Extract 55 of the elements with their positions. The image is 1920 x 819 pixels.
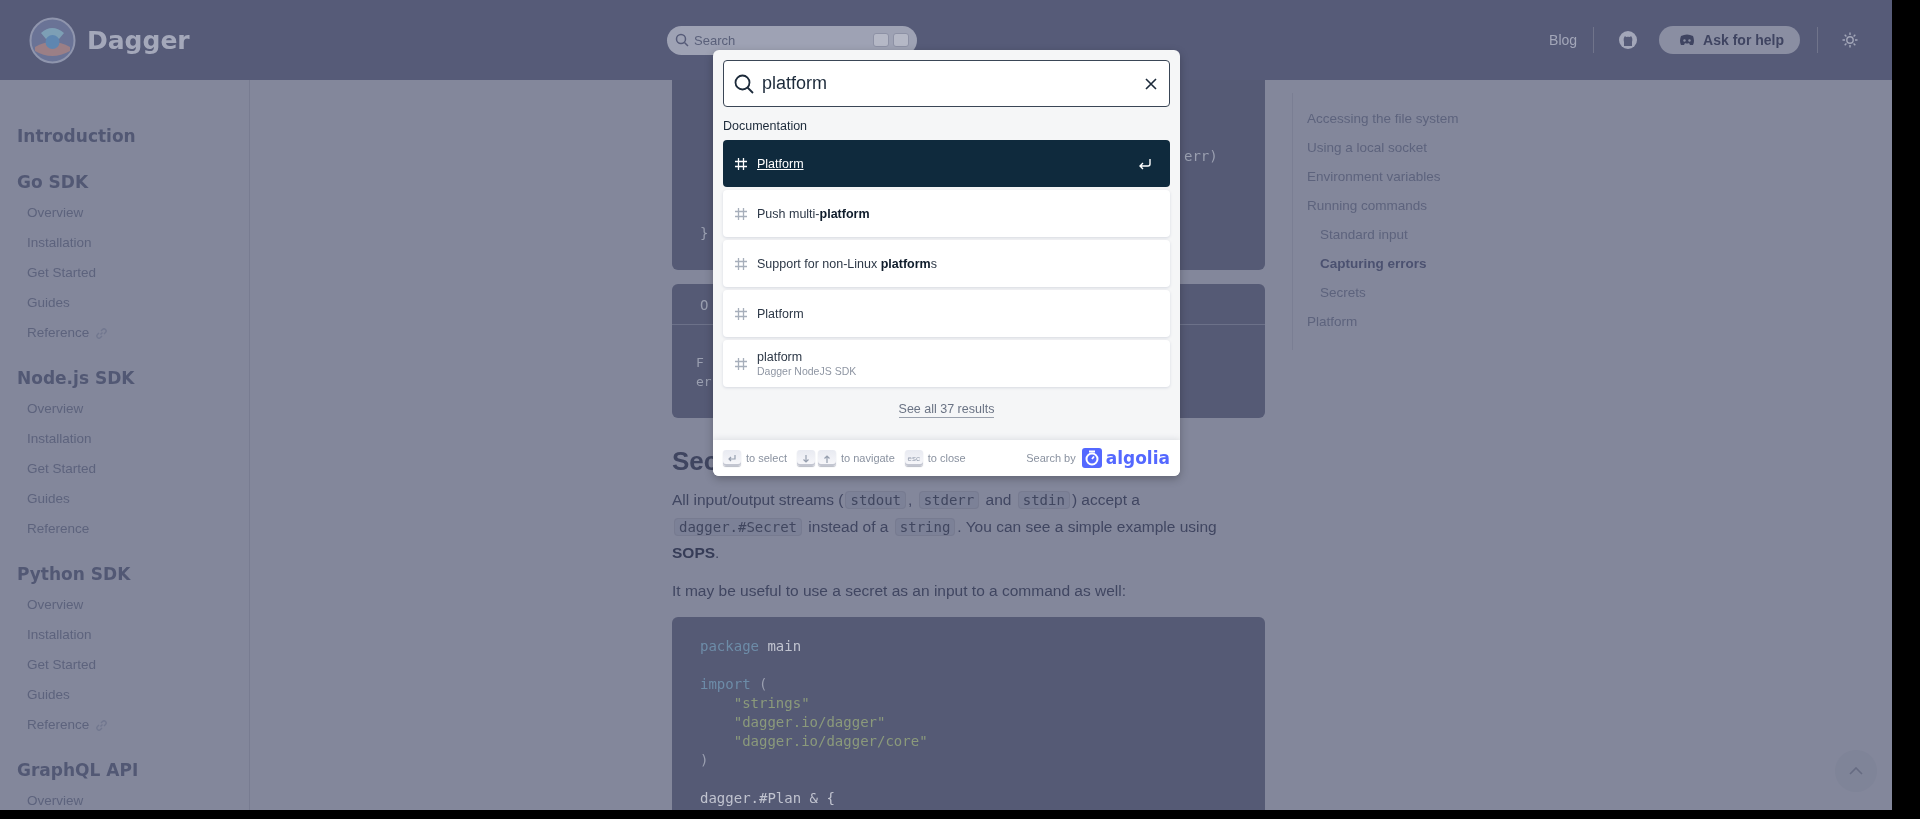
discord-icon [1679,34,1696,46]
hash-icon [734,306,748,321]
search-result[interactable]: Platform [723,140,1170,187]
code-line: "dagger.io/dagger/core" [732,732,928,751]
hint-text: to close [927,452,966,464]
hint-text: to navigate [840,452,895,464]
section-label: Documentation [723,118,808,134]
key-icon [873,33,889,47]
output-line: er [696,373,712,391]
code-line: } [700,224,709,243]
search-box[interactable]: platform [723,60,1170,107]
search-input[interactable]: Search [694,32,834,48]
chevron-up-icon [1849,767,1863,775]
output-line: F [696,354,704,372]
hash-icon [734,206,748,221]
search-result[interactable]: Support for non-Linux platforms [723,240,1170,287]
enter-icon [1138,157,1152,170]
hash-icon [734,356,748,371]
search-result[interactable]: platform Dagger NodeJS SDK [723,340,1170,387]
result-subtitle: Dagger NodeJS SDK [757,365,857,378]
hash-icon [734,156,748,171]
logo-text: Dagger [87,25,190,55]
output-tab[interactable]: O [700,296,709,315]
result-title: Support for non-Linux platforms [757,255,937,272]
stopwatch-icon [1081,448,1102,468]
search-by-text: Search by [1026,452,1076,464]
key-cap: esc [904,450,923,466]
brand-name[interactable]: algolia [1105,448,1170,468]
search-icon [734,73,754,94]
theme-toggle-icon[interactable] [1842,32,1858,48]
close-icon[interactable] [1145,77,1157,90]
result-title: platform [757,349,803,365]
search-result[interactable]: Platform [723,290,1170,337]
code-line: "strings" [732,694,810,713]
github-icon[interactable] [1618,30,1639,50]
search-query-input[interactable]: platform [762,73,1137,94]
result-title: Platform [757,305,804,322]
nav-link[interactable]: Blog [1549,32,1578,48]
result-title: Platform [757,155,804,172]
key-icon [893,33,909,47]
help-button[interactable]: Ask for help [1659,26,1800,54]
code-line: ) [700,751,709,770]
result-title: Push multi-platform [757,205,870,222]
hash-icon [734,256,748,271]
toc-link[interactable]: Capturing errors [1320,249,1427,278]
logo-icon [29,16,76,64]
search-result[interactable]: Push multi-platform [723,190,1170,237]
code-line: dagger.#Plan & { [700,789,835,808]
search-icon [675,33,689,47]
code-line: "dagger.io/dagger" [732,713,886,732]
paragraph: It may be useful to use a secret as an input to a command as well: [672,580,1128,601]
code-line: err) [1184,147,1218,166]
see-all-link[interactable]: See all 37 results [898,402,995,418]
paragraph: All input/output streams ( stdout , stderr and stdin ) accept a dagger.#Secret instead of a string . You can see a simple example using SOPS. [672,490,1218,563]
hint-text: to select [746,452,787,464]
